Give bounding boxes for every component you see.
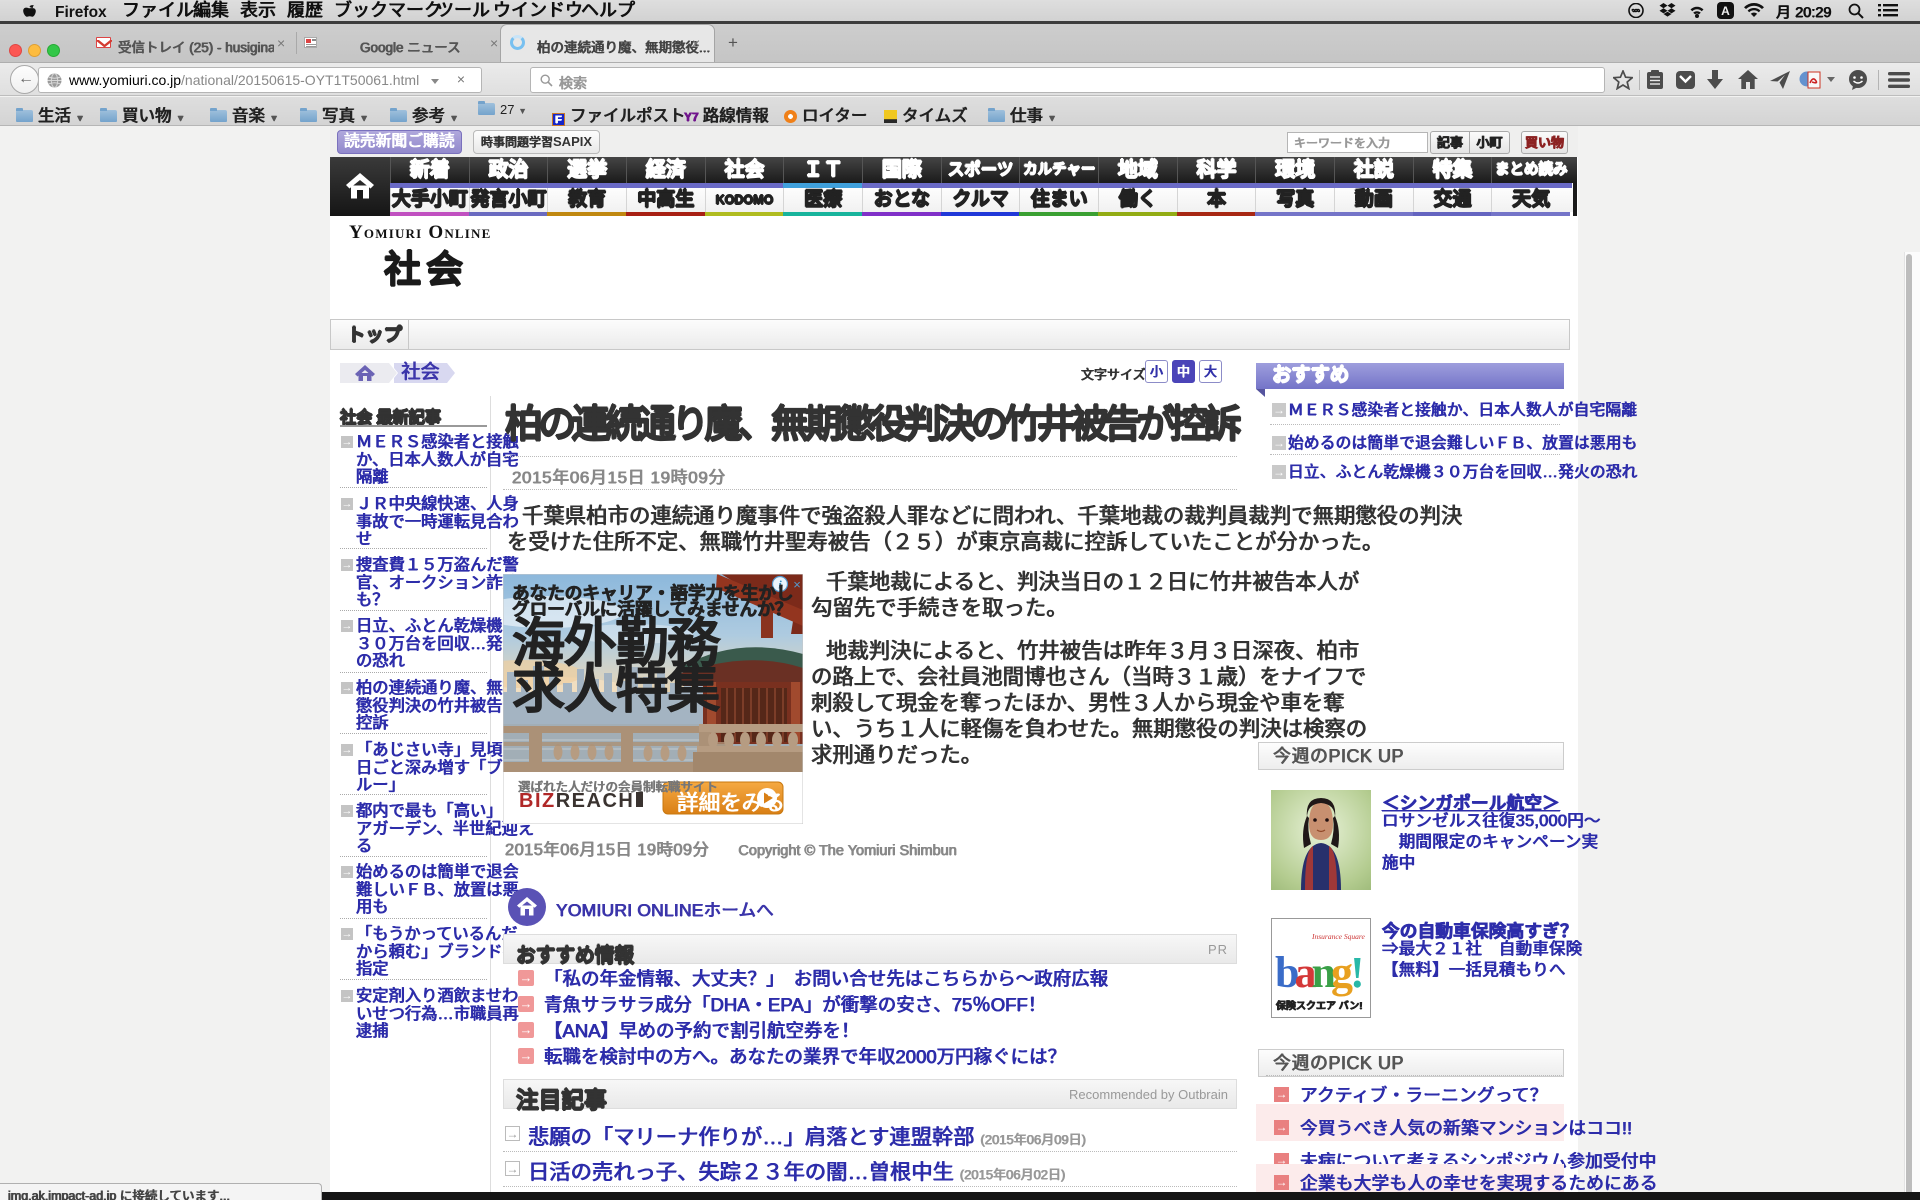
svg-text:A: A	[1721, 4, 1730, 18]
svg-text:bang!: bang!	[1275, 948, 1365, 997]
svg-text:Insurance Square: Insurance Square	[1311, 932, 1366, 941]
svg-text:×: ×	[793, 577, 801, 592]
